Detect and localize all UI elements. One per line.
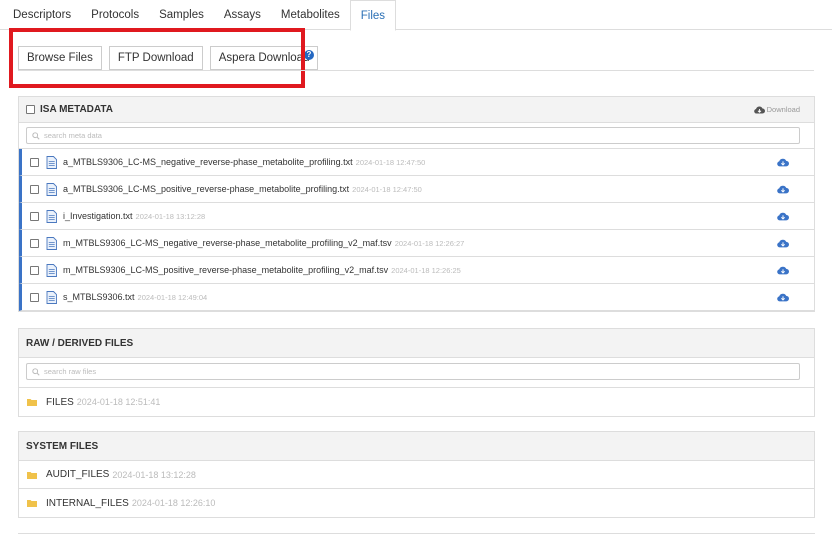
file-date: 2024-01-18 13:12:28 <box>135 211 206 221</box>
document-icon <box>46 290 57 304</box>
file-name[interactable]: i_Investigation.txt <box>63 211 133 221</box>
folder-row[interactable]: FILES 2024-01-18 12:51:41 <box>19 388 814 416</box>
file-checkbox[interactable] <box>30 184 39 194</box>
file-date: 2024-01-18 12:47:50 <box>352 184 422 194</box>
download-selected-button[interactable]: Download <box>753 105 800 114</box>
cloud-download-icon[interactable] <box>777 185 789 194</box>
file-date: 2024-01-18 12:26:27 <box>394 238 465 248</box>
folder-name[interactable]: AUDIT_FILES <box>46 469 109 480</box>
divider <box>18 533 815 534</box>
folder-icon <box>27 471 37 479</box>
folder-icon <box>27 499 37 507</box>
raw-files-title: RAW / DERIVED FILES <box>26 337 134 349</box>
highlight-box <box>9 28 305 88</box>
document-icon <box>46 182 57 196</box>
search-placeholder: search raw files <box>44 367 97 376</box>
cloud-download-icon[interactable] <box>777 239 789 248</box>
search-icon <box>32 131 40 140</box>
raw-folder-list: FILES 2024-01-18 12:51:41 <box>19 388 814 416</box>
isa-metadata-title: ISA METADATA <box>40 104 113 115</box>
file-checkbox[interactable] <box>30 157 39 167</box>
tab-assays[interactable]: Assays <box>214 0 271 30</box>
file-row[interactable]: s_MTBLS9306.txt 2024-01-18 12:49:04 <box>19 284 814 311</box>
folder-date: 2024-01-18 12:51:41 <box>76 397 161 407</box>
search-placeholder: search meta data <box>44 131 102 140</box>
folder-name[interactable]: FILES <box>46 397 74 408</box>
file-name[interactable]: s_MTBLS9306.txt <box>63 292 135 302</box>
tab-samples[interactable]: Samples <box>149 0 214 30</box>
folder-row[interactable]: AUDIT_FILES 2024-01-18 13:12:28 <box>19 461 814 489</box>
select-all-checkbox[interactable] <box>26 105 35 114</box>
cloud-download-icon <box>753 106 765 114</box>
system-folder-list: AUDIT_FILES 2024-01-18 13:12:28 INTERNAL_F… <box>19 461 814 517</box>
cloud-download-icon[interactable] <box>777 293 789 302</box>
file-date: 2024-01-18 12:26:25 <box>391 265 461 275</box>
search-icon <box>32 367 40 376</box>
tab-descriptors[interactable]: Descriptors <box>3 0 81 30</box>
raw-files-header: RAW / DERIVED FILES <box>19 329 814 358</box>
file-name[interactable]: a_MTBLS9306_LC-MS_positive_reverse-phase… <box>63 184 349 194</box>
file-checkbox[interactable] <box>30 265 39 275</box>
document-icon <box>46 263 57 277</box>
search-metadata-input[interactable]: search meta data <box>26 127 800 144</box>
file-row[interactable]: i_Investigation.txt 2024-01-18 13:12:28 <box>19 203 814 230</box>
help-icon[interactable]: ? <box>304 50 314 60</box>
cloud-download-icon[interactable] <box>777 212 789 221</box>
folder-date: 2024-01-18 12:26:10 <box>131 498 216 508</box>
file-name[interactable]: m_MTBLS9306_LC-MS_negative_reverse-phase… <box>63 238 392 248</box>
isa-metadata-panel: ISA METADATA Download search meta data a… <box>18 96 815 312</box>
file-checkbox[interactable] <box>30 238 39 248</box>
file-checkbox[interactable] <box>30 292 39 302</box>
file-row[interactable]: m_MTBLS9306_LC-MS_negative_reverse-phase… <box>19 230 814 257</box>
file-name[interactable]: a_MTBLS9306_LC-MS_negative_reverse-phase… <box>63 157 353 167</box>
download-label: Download <box>766 105 800 114</box>
folder-name[interactable]: INTERNAL_FILES <box>46 498 129 509</box>
file-row[interactable]: a_MTBLS9306_LC-MS_negative_reverse-phase… <box>19 149 814 176</box>
file-row[interactable]: a_MTBLS9306_LC-MS_positive_reverse-phase… <box>19 176 814 203</box>
search-raw-files-input[interactable]: search raw files <box>26 363 800 380</box>
tab-bar: Descriptors Protocols Samples Assays Met… <box>0 0 832 31</box>
tab-protocols[interactable]: Protocols <box>81 0 149 30</box>
file-row[interactable]: m_MTBLS9306_LC-MS_positive_reverse-phase… <box>19 257 814 284</box>
raw-files-panel: RAW / DERIVED FILES search raw files FIL… <box>18 328 815 417</box>
tab-files[interactable]: Files <box>349 0 397 31</box>
document-icon <box>46 236 57 250</box>
folder-row[interactable]: INTERNAL_FILES 2024-01-18 12:26:10 <box>19 489 814 517</box>
file-name[interactable]: m_MTBLS9306_LC-MS_positive_reverse-phase… <box>63 265 388 275</box>
document-icon <box>46 155 57 169</box>
cloud-download-icon[interactable] <box>777 266 789 275</box>
file-date: 2024-01-18 12:49:04 <box>137 292 208 302</box>
isa-metadata-header: ISA METADATA Download <box>19 97 814 123</box>
document-icon <box>46 209 57 223</box>
isa-file-list: a_MTBLS9306_LC-MS_negative_reverse-phase… <box>19 149 814 311</box>
divider <box>18 70 814 71</box>
file-date: 2024-01-18 12:47:50 <box>355 157 426 167</box>
folder-icon <box>27 398 37 406</box>
system-files-title: SYSTEM FILES <box>26 440 99 452</box>
tab-metabolites[interactable]: Metabolites <box>271 0 350 30</box>
folder-date: 2024-01-18 13:12:28 <box>112 469 196 480</box>
system-files-panel: SYSTEM FILES AUDIT_FILES 2024-01-18 13:12… <box>18 431 815 518</box>
cloud-download-icon[interactable] <box>777 158 789 167</box>
file-checkbox[interactable] <box>30 211 39 221</box>
system-files-header: SYSTEM FILES <box>19 432 814 461</box>
